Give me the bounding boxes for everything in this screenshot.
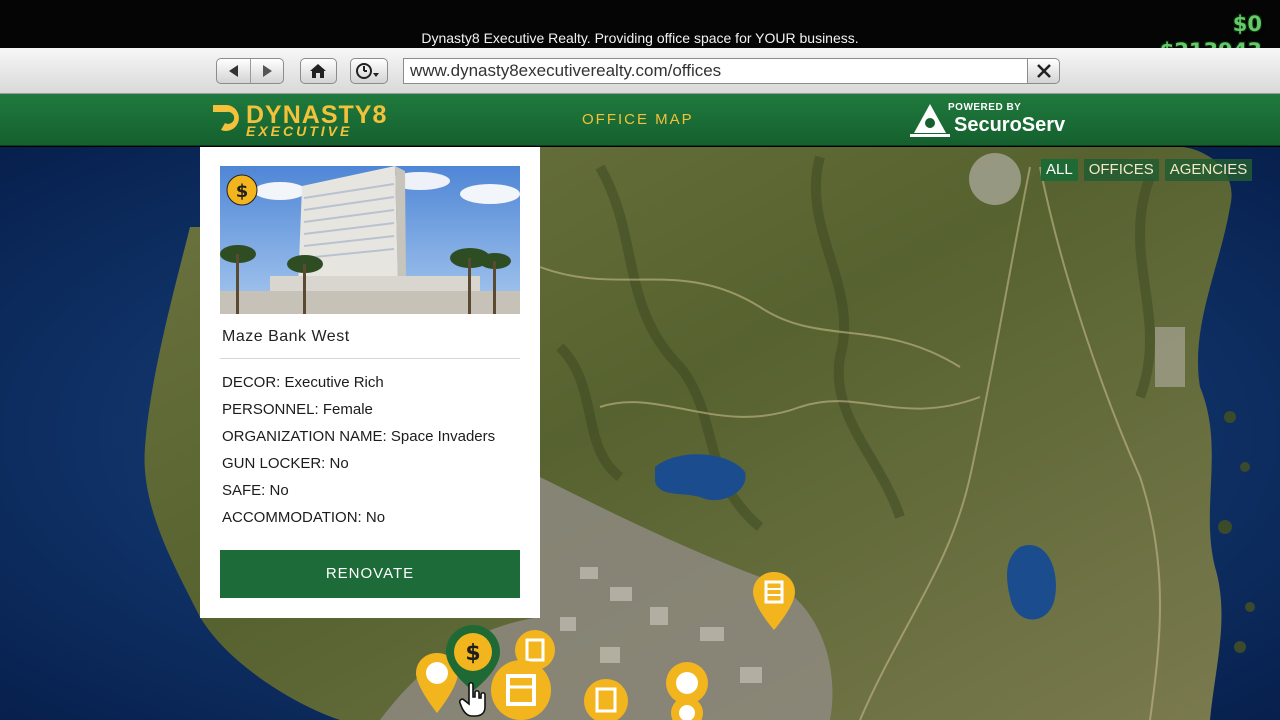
office-pin[interactable]	[582, 677, 630, 720]
securoserv-brand: SecuroServ	[954, 114, 1066, 136]
powered-by-label: POWERED BY	[948, 102, 1022, 113]
renovate-button[interactable]: RENOVATE	[220, 550, 520, 598]
detail-gun-locker: GUN LOCKER: No	[222, 455, 349, 472]
address-bar[interactable]: www.dynasty8executiverealty.com/offices	[403, 58, 1029, 84]
satellite-map	[0, 147, 1280, 720]
map-filters: ALL OFFICES AGENCIES	[1041, 159, 1253, 181]
detail-personnel: PERSONNEL: Female	[222, 401, 373, 418]
site-header: DYNASTY8 EXECUTIVE OFFICE MAP POWERED BY…	[0, 94, 1280, 146]
detail-accommodation: ACCOMMODATION: No	[222, 509, 386, 526]
close-icon	[1036, 64, 1051, 78]
browser-toolbar: www.dynasty8executiverealty.com/offices	[0, 48, 1280, 94]
office-pin[interactable]	[488, 660, 554, 720]
nav-office-map[interactable]: OFFICE MAP	[582, 111, 694, 128]
forward-button[interactable]	[250, 59, 283, 83]
back-button[interactable]	[217, 59, 250, 83]
office-map-view[interactable]: $	[0, 147, 1280, 720]
property-card: $ Maze Bank West DECOR: Executive Rich P…	[200, 147, 540, 618]
window-title: Dynasty8 Executive Realty. Providing off…	[421, 30, 859, 46]
logo-subtext: EXECUTIVE	[246, 123, 353, 139]
filter-offices[interactable]: OFFICES	[1083, 159, 1159, 181]
property-name: Maze Bank West	[222, 328, 350, 345]
securoserv-logo-icon	[910, 104, 950, 137]
office-pin[interactable]	[751, 570, 797, 632]
top-bar: Dynasty8 Executive Realty. Providing off…	[0, 0, 1280, 48]
hand-cursor-icon	[459, 681, 486, 717]
svg-text:$: $	[465, 641, 480, 666]
hud-cash: $0	[1232, 12, 1262, 36]
filter-all[interactable]: ALL	[1041, 159, 1078, 181]
close-button[interactable]	[1027, 58, 1060, 84]
back-arrow-icon	[228, 65, 238, 77]
agency-pin[interactable]	[664, 661, 710, 720]
back-forward-group	[216, 58, 284, 84]
detail-decor: DECOR: Executive Rich	[222, 374, 384, 391]
home-button[interactable]	[300, 58, 337, 84]
detail-safe: SAFE: No	[222, 482, 289, 499]
filter-agencies[interactable]: AGENCIES	[1164, 159, 1253, 181]
property-photo: $	[220, 166, 520, 314]
history-clock-icon	[355, 63, 379, 79]
home-icon	[309, 64, 326, 78]
svg-text:$: $	[236, 181, 249, 202]
forward-arrow-icon	[263, 65, 272, 77]
divider	[220, 358, 520, 359]
dynasty8-logo-icon	[213, 105, 239, 131]
detail-organization-name: ORGANIZATION NAME: Space Invaders	[222, 428, 496, 445]
history-button[interactable]	[350, 58, 388, 84]
